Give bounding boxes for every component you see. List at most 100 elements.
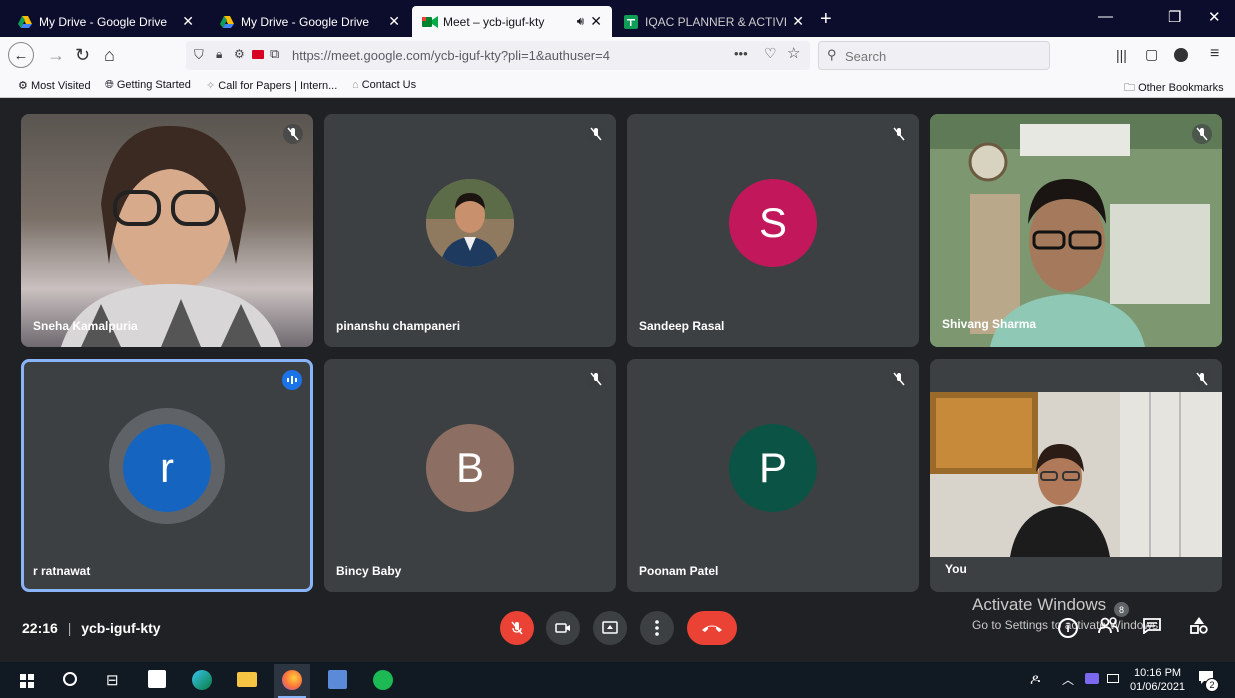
bookmark-call-for-papers[interactable]: ✧ Call for Papers | Intern... [206, 79, 337, 92]
sidebar-icon[interactable]: ▢ [1145, 46, 1158, 63]
participant-tile-ratnawat[interactable]: r r ratnawat [21, 359, 313, 592]
people-tray-icon[interactable]: ዶ [1030, 671, 1040, 688]
camera-in-use-icon[interactable] [252, 50, 264, 59]
meeting-time: 22:16 [22, 620, 58, 636]
present-now-button[interactable] [593, 611, 627, 645]
system-clock[interactable]: 10:16 PM 01/06/2021 [1130, 666, 1185, 694]
url-text[interactable]: https://meet.google.com/ycb-iguf-kty?pli… [292, 48, 610, 63]
bookmarks-toolbar: ⚙ Most Visited 🌐︎ Getting Started ✧ Call… [0, 75, 1235, 98]
new-tab-button[interactable]: + [820, 8, 832, 31]
tracking-protection-icon[interactable]: ⛉ [194, 47, 204, 63]
folder-icon: 🗀 [1124, 82, 1135, 94]
firefox-taskbar-button[interactable] [274, 664, 310, 698]
screen-share-icon[interactable]: ⧉ [270, 46, 279, 62]
spotify-icon[interactable] [373, 670, 393, 690]
windows-start-icon[interactable] [20, 674, 34, 693]
activities-icon [1190, 617, 1208, 634]
permissions-icon[interactable]: ⚙ [234, 47, 245, 61]
tab-my-drive-1[interactable]: My Drive - Google Drive ✕ [8, 6, 204, 37]
bookmark-star-icon[interactable]: ☆ [787, 44, 800, 62]
close-tab-icon[interactable]: ✕ [590, 13, 602, 30]
participant-photo [426, 178, 514, 267]
store-icon[interactable] [148, 670, 166, 688]
more-options-button[interactable] [640, 611, 674, 645]
participant-tile-pinanshu[interactable]: pinanshu champaneri [324, 114, 616, 347]
clock-date: 01/06/2021 [1130, 681, 1186, 693]
participant-video [930, 114, 1222, 347]
participant-video [21, 114, 313, 347]
tab-title: My Drive - Google Drive [39, 14, 168, 29]
activities-button[interactable] [1190, 616, 1208, 639]
menu-icon[interactable]: ≡ [1210, 45, 1219, 63]
restore-window-icon[interactable]: ❐ [1168, 8, 1181, 26]
account-icon[interactable] [1174, 48, 1188, 62]
notepad-app-icon[interactable] [328, 670, 347, 689]
url-bar[interactable]: ⛉ 🔒︎ ⚙ ⧉ https://meet.google.com/ycb-igu… [186, 41, 810, 70]
bookmark-getting-started[interactable]: 🌐︎ Getting Started [105, 79, 191, 92]
chat-icon [1143, 618, 1161, 635]
participant-tile-you[interactable]: You [930, 359, 1222, 592]
self-video [930, 392, 1222, 557]
participant-tile-shivang[interactable]: Shivang Sharma [930, 114, 1222, 347]
meeting-info-icon[interactable]: i [1058, 618, 1078, 638]
participant-name: Sneha Kamalpuria [33, 319, 138, 333]
edge-browser-icon[interactable] [192, 670, 212, 690]
reload-icon[interactable]: ↻ [75, 45, 90, 66]
meeting-code: ycb-iguf-kty [81, 620, 161, 636]
battery-icon[interactable] [1107, 674, 1119, 683]
tab-title: My Drive - Google Drive [241, 14, 370, 29]
library-icon[interactable]: ||| [1116, 47, 1127, 63]
action-center-button[interactable]: 2 [1198, 670, 1219, 692]
tab-iqac-planner[interactable]: IQAC PLANNER & ACTIVITIES - ✕ [614, 6, 814, 37]
participants-button[interactable]: 8 [1098, 602, 1129, 639]
toggle-microphone-button[interactable] [500, 611, 534, 645]
muted-mic-icon [283, 124, 303, 144]
meeting-details[interactable]: 22:16 | ycb-iguf-kty [22, 620, 161, 636]
gear-icon: ⚙ [18, 80, 28, 92]
bookmark-contact-us[interactable]: ⌂ Contact Us [352, 79, 416, 91]
show-hidden-icons-icon[interactable]: ︿ [1062, 671, 1074, 688]
people-icon [1098, 617, 1119, 634]
tab-meet[interactable]: Meet – ycb-iguf-kty 🔊︎ ✕ [412, 6, 612, 37]
toggle-camera-button[interactable] [546, 611, 580, 645]
forward-button[interactable]: → [47, 45, 65, 66]
page-actions-icon[interactable]: ••• [734, 46, 748, 61]
participant-tile-sandeep[interactable]: S Sandeep Rasal [627, 114, 919, 347]
tab-my-drive-2[interactable]: My Drive - Google Drive ✕ [210, 6, 410, 37]
file-explorer-icon[interactable] [237, 672, 257, 687]
pocket-icon[interactable]: ♡ [764, 45, 777, 62]
other-bookmarks[interactable]: 🗀 Other Bookmarks [1124, 79, 1224, 98]
close-tab-icon[interactable]: ✕ [388, 13, 400, 30]
speaker-audio-icon[interactable]: 🔊︎ [577, 14, 585, 29]
muted-mic-icon [889, 124, 909, 144]
leave-call-button[interactable] [687, 611, 737, 645]
close-tab-icon[interactable]: ✕ [182, 13, 194, 30]
back-button[interactable]: ← [8, 42, 34, 68]
chat-button[interactable] [1143, 618, 1161, 639]
search-placeholder: Search [845, 49, 887, 64]
meet-tray-icon[interactable] [1085, 673, 1099, 684]
search-icon: ⚲ [827, 47, 837, 62]
meet-grid: Sneha Kamalpuria pinanshu champaneri S S… [0, 98, 1235, 662]
google-drive-icon [18, 15, 32, 29]
search-icon[interactable] [63, 672, 77, 686]
bookmark-most-visited[interactable]: ⚙ Most Visited [18, 79, 91, 92]
bookmark-favicon-icon: ✧ [206, 80, 216, 92]
participant-name: You [945, 562, 967, 576]
participant-tile-poonam[interactable]: P Poonam Patel [627, 359, 919, 592]
google-sheets-icon [624, 14, 638, 29]
google-meet-icon [422, 15, 438, 29]
minimize-window-icon[interactable]: — [1098, 8, 1113, 25]
windows-taskbar: ⊟ ዶ ︿ 10:16 PM 01/06/2021 2 [0, 662, 1235, 698]
participant-tile-bincy[interactable]: B Bincy Baby [324, 359, 616, 592]
globe-icon: 🌐︎ [105, 79, 114, 91]
participant-name: Poonam Patel [639, 564, 719, 578]
participant-tile-sneha[interactable]: Sneha Kamalpuria [21, 114, 313, 347]
firefox-icon [282, 670, 302, 690]
search-input[interactable]: ⚲ Search [818, 41, 1050, 70]
close-tab-icon[interactable]: ✕ [792, 13, 804, 30]
home-icon[interactable]: ⌂ [104, 45, 115, 66]
lock-icon[interactable]: 🔒︎ [216, 47, 222, 62]
close-window-icon[interactable]: ✕ [1208, 8, 1221, 26]
task-view-icon[interactable]: ⊟ [106, 671, 119, 689]
